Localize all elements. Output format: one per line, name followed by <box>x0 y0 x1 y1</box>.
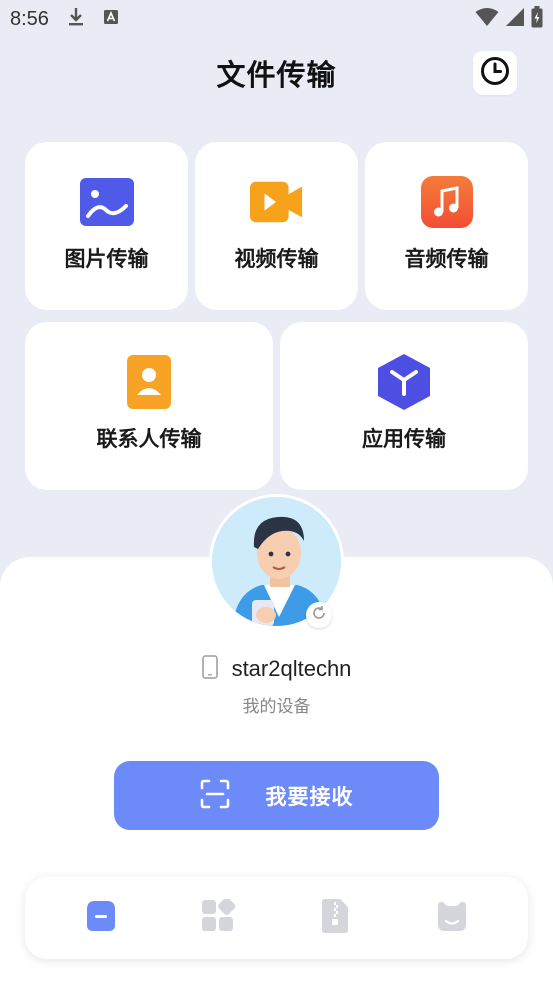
status-bar: 8:56 <box>0 0 553 38</box>
app-transfer-card[interactable]: 应用传输 <box>280 322 528 490</box>
profile-tab-icon <box>434 900 470 936</box>
app-cube-icon <box>377 354 431 410</box>
music-icon <box>420 175 474 229</box>
status-right <box>475 6 543 32</box>
page-title: 文件传输 <box>216 58 337 92</box>
clock-icon <box>479 55 511 91</box>
device-subtitle: 我的设备 <box>242 697 311 717</box>
battery-icon <box>531 6 543 32</box>
tab-transfer[interactable] <box>71 888 131 948</box>
refresh-icon <box>311 605 327 625</box>
image-transfer-card[interactable]: 图片传输 <box>25 142 188 310</box>
contact-icon <box>122 355 176 409</box>
header: 文件传输 <box>0 45 553 101</box>
transfer-tab-icon <box>83 899 119 937</box>
wifi-icon <box>475 7 499 31</box>
image-icon <box>79 175 134 229</box>
apps-tab-icon <box>201 897 236 937</box>
tab-apps[interactable] <box>188 888 248 948</box>
a-badge-icon <box>103 9 119 29</box>
audio-transfer-card[interactable]: 音频传输 <box>365 142 528 310</box>
card-label: 图片传输 <box>64 247 149 271</box>
signal-icon <box>505 7 525 31</box>
history-button[interactable] <box>473 51 517 95</box>
receive-label: 我要接收 <box>265 784 354 809</box>
phone-icon <box>201 655 218 683</box>
scan-icon <box>200 779 230 813</box>
device-name: star2qltechn <box>231 656 352 681</box>
device-row: star2qltechn <box>0 654 553 684</box>
card-label: 应用传输 <box>362 427 446 451</box>
card-label: 联系人传输 <box>96 427 202 451</box>
video-transfer-card[interactable]: 视频传输 <box>195 142 358 310</box>
refresh-button[interactable] <box>306 602 332 628</box>
receive-button[interactable]: 我要接收 <box>114 761 439 830</box>
zip-file-tab-icon <box>320 898 350 938</box>
download-icon <box>67 7 85 31</box>
contact-transfer-card[interactable]: 联系人传输 <box>25 322 273 490</box>
video-icon <box>249 175 304 229</box>
tab-bar <box>25 877 528 959</box>
tab-files[interactable] <box>305 888 365 948</box>
tab-profile[interactable] <box>422 888 482 948</box>
status-left: 8:56 <box>10 7 119 31</box>
card-label: 音频传输 <box>404 247 489 271</box>
status-time: 8:56 <box>10 7 49 30</box>
card-label: 视频传输 <box>234 247 319 271</box>
